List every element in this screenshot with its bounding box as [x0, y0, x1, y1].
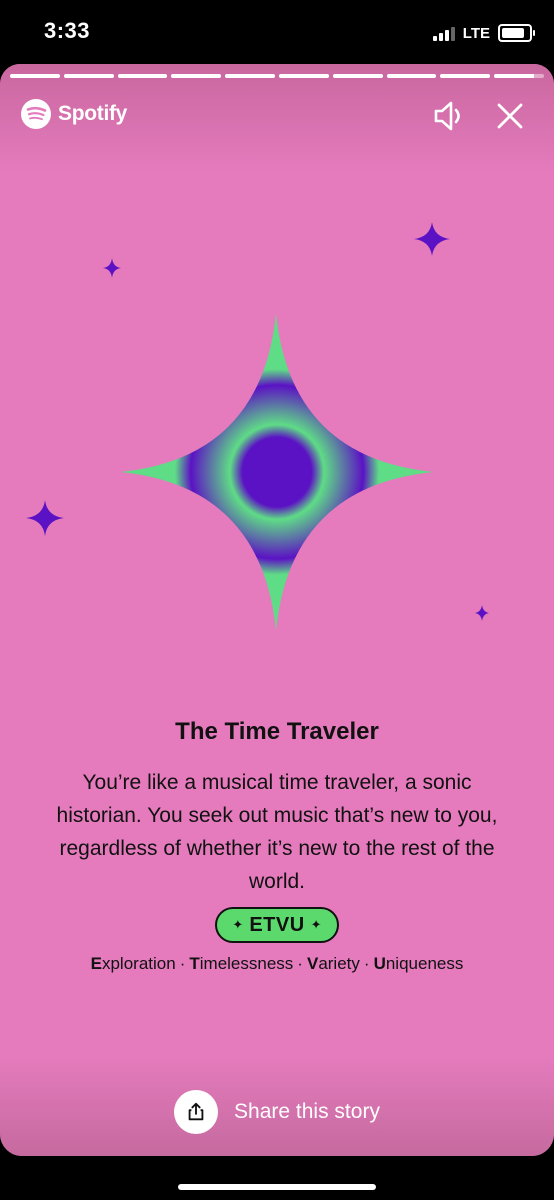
share-icon-circle[interactable] — [174, 1090, 219, 1134]
progress-segment-fill — [494, 74, 534, 78]
trait-list: Exploration · Timelessness · Variety · Uniquen… — [0, 954, 554, 974]
sound-button[interactable] — [432, 98, 468, 134]
separator: · — [363, 954, 370, 973]
progress-segment — [225, 74, 275, 78]
close-button[interactable] — [492, 98, 528, 134]
sparkle-icon: ✦ — [232, 917, 244, 932]
progress-segment — [332, 74, 383, 78]
progress-segment-fill — [225, 74, 275, 78]
story-card[interactable]: Spotify The Time Traveler You’re like a … — [0, 64, 554, 1156]
sparkle-icon — [475, 605, 489, 621]
separator: · — [297, 954, 303, 973]
progress-segment — [63, 74, 114, 78]
network-label: LTE — [462, 24, 490, 42]
status-indicators: LTE — [432, 22, 535, 44]
story-progress — [10, 74, 544, 78]
brand-name: Spotify — [58, 102, 128, 125]
personality-description: You’re like a musical time traveler, a s… — [56, 771, 498, 893]
large-star-icon — [120, 314, 434, 630]
progress-segment — [10, 74, 60, 78]
progress-segment-fill — [117, 74, 168, 78]
share-icon — [188, 1102, 204, 1121]
progress-segment — [440, 74, 491, 78]
progress-segment-fill — [63, 74, 114, 78]
sparkle-icon — [103, 258, 121, 278]
signal-icon — [432, 25, 455, 41]
sparkle-icon — [414, 222, 450, 256]
trait: Timelessness — [189, 954, 294, 973]
close-icon — [497, 103, 523, 129]
personality-code: ETVU — [249, 913, 305, 936]
share-label: Share this story — [234, 1100, 380, 1123]
trait: Exploration — [90, 954, 176, 973]
progress-segment — [171, 74, 222, 78]
home-indicator[interactable] — [178, 1184, 376, 1190]
trait: Variety — [306, 954, 360, 973]
speaker-icon — [434, 101, 460, 131]
progress-segment — [494, 74, 544, 78]
personality-title: The Time Traveler — [175, 718, 379, 745]
progress-segment-fill — [440, 74, 491, 78]
spotify-icon — [21, 99, 51, 129]
status-time: 3:33 — [44, 18, 91, 43]
hero-artwork — [26, 222, 489, 630]
status-bar: 3:33 LTE — [0, 0, 554, 64]
share-story-button[interactable]: Share this story — [0, 1088, 554, 1136]
personality-code-badge: ✦ ETVU ✦ — [215, 907, 339, 943]
progress-segment-fill — [332, 74, 383, 78]
separator: · — [179, 954, 186, 973]
progress-segment-fill — [171, 74, 222, 78]
progress-segment — [278, 74, 329, 78]
sparkle-icon: ✦ — [310, 917, 322, 932]
trait: Uniqueness — [373, 954, 464, 973]
progress-segment — [117, 74, 168, 78]
progress-segment-fill — [278, 74, 329, 78]
progress-segment-fill — [10, 74, 60, 78]
battery-icon — [498, 24, 535, 42]
progress-segment — [386, 74, 437, 78]
story-header: Spotify — [20, 96, 534, 136]
sparkle-icon — [26, 500, 64, 536]
progress-segment-fill — [386, 74, 437, 78]
spotify-logo: Spotify — [20, 98, 127, 130]
